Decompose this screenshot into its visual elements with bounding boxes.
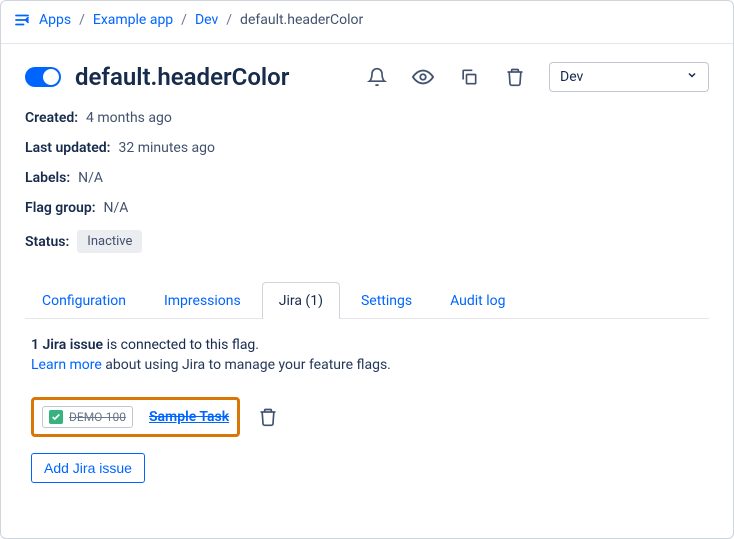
environment-select-value: Dev [560, 69, 583, 85]
jira-panel: 1 Jira issue is connected to this flag. … [25, 319, 709, 501]
tabs: Configuration Impressions Jira (1) Setti… [25, 281, 709, 319]
jira-connected-text: 1 Jira issue is connected to this flag. [31, 337, 703, 353]
flag-meta: Created: 4 months ago Last updated: 32 m… [25, 110, 709, 253]
created-value: 4 months ago [86, 110, 172, 126]
breadcrumb-example-app[interactable]: Example app [93, 12, 173, 28]
updated-label: Last updated: [25, 140, 111, 156]
jira-issue-title-link[interactable]: Sample Task [149, 409, 229, 425]
updated-value: 32 minutes ago [119, 140, 216, 156]
environment-select[interactable]: Dev [549, 62, 709, 92]
copy-icon[interactable] [457, 65, 481, 89]
learn-more-link[interactable]: Learn more [31, 357, 102, 373]
group-label: Flag group: [25, 200, 96, 216]
jira-issue-key: DEMO-100 [69, 410, 126, 424]
flag-enabled-toggle[interactable] [25, 67, 61, 87]
breadcrumb-sep: / [181, 12, 187, 28]
labels-label: Labels: [25, 170, 70, 186]
breadcrumb-sep: / [226, 12, 232, 28]
status-badge: Inactive [77, 230, 142, 253]
jira-connected-count: 1 Jira issue [31, 337, 103, 353]
page-title: default.headerColor [75, 63, 351, 91]
group-value: N/A [104, 200, 129, 216]
notifications-icon[interactable] [365, 65, 389, 89]
watch-icon[interactable] [411, 65, 435, 89]
status-label: Status: [25, 234, 69, 250]
tab-impressions[interactable]: Impressions [147, 282, 258, 319]
breadcrumb-apps[interactable]: Apps [39, 12, 71, 28]
tab-settings[interactable]: Settings [344, 282, 429, 319]
jira-issue-row: DEMO-100 Sample Task [31, 397, 703, 437]
done-check-icon [49, 410, 63, 424]
jira-issue-chip[interactable]: DEMO-100 [42, 406, 133, 428]
labels-value: N/A [78, 170, 103, 186]
breadcrumb-bar: Apps / Example app / Dev / default.heade… [1, 1, 733, 44]
page-header: default.headerColor Dev [25, 62, 709, 92]
add-jira-issue-button[interactable]: Add Jira issue [31, 453, 145, 483]
tab-jira[interactable]: Jira (1) [262, 282, 340, 319]
menu-collapse-icon[interactable] [13, 11, 31, 29]
jira-issue-highlight: DEMO-100 Sample Task [31, 397, 240, 437]
created-label: Created: [25, 110, 78, 126]
breadcrumb-dev[interactable]: Dev [195, 12, 218, 28]
breadcrumb-sep: / [79, 12, 85, 28]
jira-connected-rest: is connected to this flag. [103, 337, 259, 353]
breadcrumb-current: default.headerColor [240, 12, 363, 28]
jira-learn-line: Learn more about using Jira to manage yo… [31, 357, 703, 373]
chevron-down-icon [686, 69, 698, 85]
jira-learn-rest: about using Jira to manage your feature … [102, 357, 391, 373]
tab-configuration[interactable]: Configuration [25, 282, 143, 319]
tab-audit-log[interactable]: Audit log [433, 282, 522, 319]
delete-icon[interactable] [503, 65, 527, 89]
remove-issue-icon[interactable] [258, 407, 278, 427]
